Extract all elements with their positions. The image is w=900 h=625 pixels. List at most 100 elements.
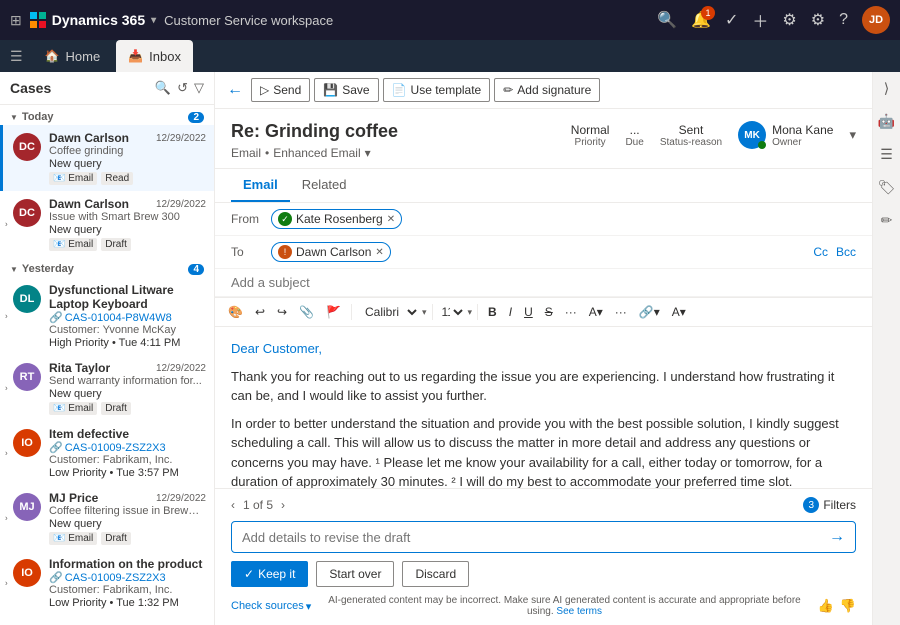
sidebar-refresh-icon[interactable]: ↺ (177, 80, 188, 96)
discard-button[interactable]: Discard (402, 561, 469, 587)
more-format-button[interactable]: ··· (560, 302, 582, 322)
cc-button[interactable]: Cc (813, 245, 828, 259)
cc-bcc-actions: Cc Bcc (813, 245, 856, 259)
case-avatar: DC (13, 133, 41, 161)
case-expand-icon: › (5, 384, 8, 393)
tab-email[interactable]: Email (231, 169, 290, 202)
case-item[interactable]: › IO Item defective 🔗CAS-01009-ZSZ2X3 Cu… (0, 421, 214, 485)
greeting-text: Dear Customer, (231, 341, 322, 356)
case-item[interactable]: › MJ MJ Price Coffee filtering issue in … (0, 485, 214, 551)
brand-logo[interactable]: Dynamics 365 ▾ (30, 12, 156, 28)
settings-icon[interactable]: ⚙ (811, 10, 825, 30)
subject-input[interactable] (231, 275, 856, 290)
strikethrough-button[interactable]: S (540, 302, 558, 322)
ai-draft-input[interactable] (242, 530, 829, 545)
font-size-select[interactable]: 11 (438, 304, 466, 320)
notification-badge: 1 (701, 6, 715, 20)
case-priority: High Priority • Tue 4:11 PM (49, 337, 204, 349)
link-button[interactable]: 🔗▾ (634, 302, 665, 322)
grid-icon[interactable]: ⊞ (10, 12, 22, 29)
bcc-button[interactable]: Bcc (836, 245, 856, 259)
case-tag-draft: Draft (101, 402, 131, 415)
remove-to-icon[interactable]: ✕ (375, 247, 383, 258)
case-item[interactable]: › IO Information on the product 🔗CAS-010… (0, 551, 214, 615)
flag-button[interactable]: 🚩 (321, 302, 346, 322)
font-family-select[interactable]: Calibri (357, 302, 420, 322)
see-terms-link[interactable]: See terms (556, 606, 602, 617)
case-customer: Customer: Fabrikam, Inc. (49, 454, 204, 466)
italic-button[interactable]: I (504, 302, 517, 322)
section-today[interactable]: ▼ Today 2 (0, 105, 214, 125)
help-icon[interactable]: ? (839, 11, 848, 29)
sidebar-search-icon[interactable]: 🔍 (155, 80, 171, 96)
ai-filters-button[interactable]: 3 Filters (803, 497, 856, 513)
save-button[interactable]: 💾 Save (314, 78, 378, 102)
save-icon: 💾 (323, 83, 338, 97)
add-signature-button[interactable]: ✏ Add signature (494, 78, 600, 102)
tab-related[interactable]: Related (290, 169, 359, 202)
back-button[interactable]: ← (227, 81, 243, 99)
priority-meta: Normal Priority (571, 123, 610, 148)
case-item[interactable]: › RT Rita Taylor Send warranty informati… (0, 355, 214, 421)
add-icon[interactable]: ＋ (752, 8, 768, 32)
due-label: Due (625, 137, 643, 148)
section-yesterday[interactable]: ▼ Yesterday 4 (0, 257, 214, 277)
redo-button[interactable]: ↪ (272, 302, 292, 322)
top-nav-actions: 🔍 🔔 1 ✓ ＋ ⚙ ⚙ ? JD (657, 6, 890, 34)
from-recipient[interactable]: ✓ Kate Rosenberg ✕ (271, 209, 402, 229)
copilot-icon[interactable]: ✓ (725, 10, 738, 30)
hamburger-icon[interactable]: ☰ (10, 48, 23, 65)
send-icon: ▷ (260, 83, 269, 97)
tag-icon[interactable]: 🏷 (874, 175, 900, 200)
email-subject: Re: Grinding coffee (231, 121, 398, 142)
bot-icon[interactable]: 🤖 (874, 109, 899, 134)
thumbs-down-button[interactable]: 👎 (840, 598, 856, 614)
keep-it-button[interactable]: ✓ Keep it (231, 561, 308, 587)
pencil-icon[interactable]: ✏ (877, 208, 897, 233)
remove-from-icon[interactable]: ✕ (387, 214, 395, 225)
more-options-button[interactable]: ··· (610, 302, 632, 322)
case-id-link[interactable]: 🔗CAS-01004-P8W4W8 (49, 311, 204, 324)
case-item[interactable]: › DC Dawn Carlson Issue with Smart Brew … (0, 191, 214, 257)
case-subject: Coffee grinding (49, 145, 204, 157)
emoji-button[interactable]: 🎨 (223, 302, 248, 322)
case-id-link[interactable]: 🔗CAS-01009-ZSZ2X3 (49, 441, 204, 454)
case-id-link[interactable]: 🔗CAS-01009-ZSZ2X3 (49, 571, 204, 584)
underline-button[interactable]: U (519, 302, 538, 322)
start-over-button[interactable]: Start over (316, 561, 394, 587)
search-icon[interactable]: 🔍 (657, 10, 677, 30)
bold-button[interactable]: B (483, 302, 502, 322)
to-recipient[interactable]: ! Dawn Carlson ✕ (271, 242, 391, 262)
ai-next-button[interactable]: › (281, 498, 285, 512)
user-avatar[interactable]: JD (862, 6, 890, 34)
ai-prev-button[interactable]: ‹ (231, 498, 235, 512)
ai-send-button[interactable]: → (829, 528, 845, 546)
thumbs-up-button[interactable]: 👍 (818, 598, 834, 614)
list-icon[interactable]: ☰ (876, 142, 897, 167)
collapse-panel-button[interactable]: ⟩ (880, 76, 893, 101)
sidebar-filter-icon[interactable]: ▽ (194, 80, 204, 96)
case-item[interactable]: › DL Dysfunctional Litware Laptop Keyboa… (0, 277, 214, 355)
nav-tab-home[interactable]: 🏠 Home (33, 40, 113, 72)
filter-icon[interactable]: ⚙ (782, 10, 796, 30)
toolbar-separator (432, 304, 433, 320)
notification-icon[interactable]: 🔔 1 (691, 10, 711, 30)
home-icon: 🏠 (45, 49, 60, 63)
send-button[interactable]: ▷ Send (251, 78, 310, 102)
nav-tab-inbox[interactable]: 📥 Inbox (116, 40, 193, 72)
use-template-button[interactable]: 📄 Use template (383, 78, 491, 102)
case-meta: 📧 Email Read (49, 172, 204, 185)
check-icon: ✓ (244, 567, 254, 581)
case-item[interactable]: DC Dawn Carlson Coffee grinding New quer… (0, 125, 214, 191)
email-body[interactable]: Dear Customer, Thank you for reaching ou… (215, 327, 872, 488)
home-label: Home (66, 49, 101, 64)
owner-chevron-icon[interactable]: ▾ (849, 127, 856, 143)
case-tag-draft: Draft (101, 532, 131, 545)
highlight-button[interactable]: A▾ (667, 302, 691, 322)
attach-button[interactable]: 📎 (294, 302, 319, 322)
check-sources-button[interactable]: Check sources ▾ (231, 600, 311, 613)
text-color-button[interactable]: A▾ (584, 302, 608, 322)
email-subtype-chevron-icon[interactable]: ▾ (365, 146, 371, 160)
case-expand-icon: › (5, 312, 8, 321)
undo-button[interactable]: ↩ (250, 302, 270, 322)
